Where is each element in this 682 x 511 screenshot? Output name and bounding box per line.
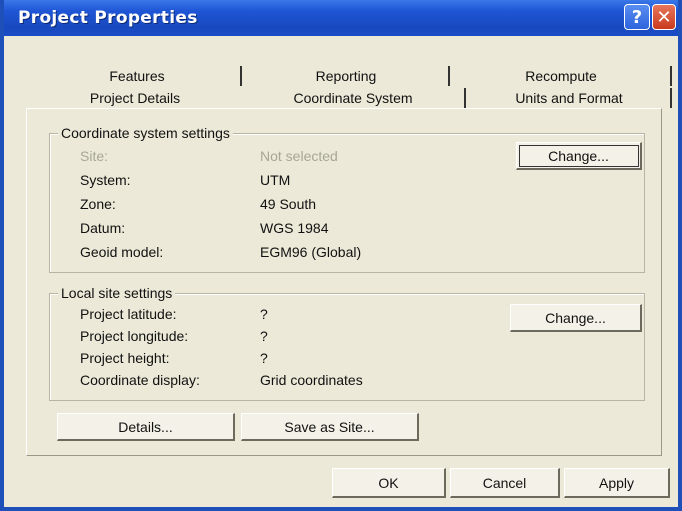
tab-label: Project Details — [89, 89, 181, 106]
project-latitude-value: ? — [260, 306, 268, 322]
zone-value: 49 South — [260, 196, 317, 212]
geoid-label: Geoid model: — [80, 244, 164, 260]
tab-label: Units and Format — [515, 89, 623, 106]
tab-label: Features — [109, 67, 165, 84]
change-coordinate-system-button[interactable]: Change... — [516, 142, 642, 170]
tab-panel: Coordinate system settings Site: Not sel… — [26, 108, 662, 456]
group-title: Local site settings — [58, 285, 176, 301]
datum-value: WGS 1984 — [260, 220, 329, 236]
site-value: Not selected — [260, 148, 338, 164]
system-label: System: — [80, 172, 131, 188]
zone-label: Zone: — [80, 196, 116, 212]
tab-label: Reporting — [315, 67, 377, 84]
project-height-label: Project height: — [80, 350, 170, 366]
site-label: Site: — [80, 148, 109, 164]
change-local-site-button[interactable]: Change... — [510, 304, 642, 332]
close-icon[interactable]: ✕ — [652, 4, 676, 30]
tab-divider — [670, 66, 672, 86]
tab-coordinate-system[interactable]: Coordinate System — [240, 86, 466, 109]
project-longitude-label: Project longitude: — [80, 328, 189, 344]
window-title: Project Properties — [18, 8, 198, 28]
tab-label: Recompute — [525, 67, 597, 84]
datum-label: Datum: — [80, 220, 126, 236]
tab-reporting[interactable]: Reporting — [242, 64, 450, 87]
help-icon[interactable]: ? — [624, 4, 650, 30]
local-site-group: Local site settings Project latitude: ? … — [49, 285, 645, 401]
cancel-button[interactable]: Cancel — [450, 468, 560, 498]
tab-divider — [670, 88, 672, 108]
project-latitude-label: Project latitude: — [80, 306, 177, 322]
tab-recompute[interactable]: Recompute — [450, 64, 672, 87]
system-value: UTM — [260, 172, 291, 188]
title-bar[interactable]: Project Properties ? ✕ — [4, 0, 678, 36]
coordinate-system-group: Coordinate system settings Site: Not sel… — [49, 125, 645, 273]
tab-project-details[interactable]: Project Details — [30, 86, 240, 109]
group-title: Coordinate system settings — [58, 125, 233, 141]
coordinate-display-label: Coordinate display: — [80, 372, 200, 388]
save-as-site-button[interactable]: Save as Site... — [241, 413, 419, 441]
geoid-value: EGM96 (Global) — [260, 244, 362, 260]
project-height-value: ? — [260, 350, 268, 366]
ok-button[interactable]: OK — [332, 468, 446, 498]
tab-label: Coordinate System — [293, 89, 413, 106]
project-longitude-value: ? — [260, 328, 268, 344]
apply-button[interactable]: Apply — [564, 468, 670, 498]
project-properties-dialog: Project Properties ? ✕ Features Reportin… — [0, 0, 682, 511]
tab-features[interactable]: Features — [32, 64, 242, 87]
details-button[interactable]: Details... — [57, 413, 235, 441]
tab-units-and-format[interactable]: Units and Format — [466, 86, 672, 109]
coordinate-display-value: Grid coordinates — [260, 372, 363, 388]
